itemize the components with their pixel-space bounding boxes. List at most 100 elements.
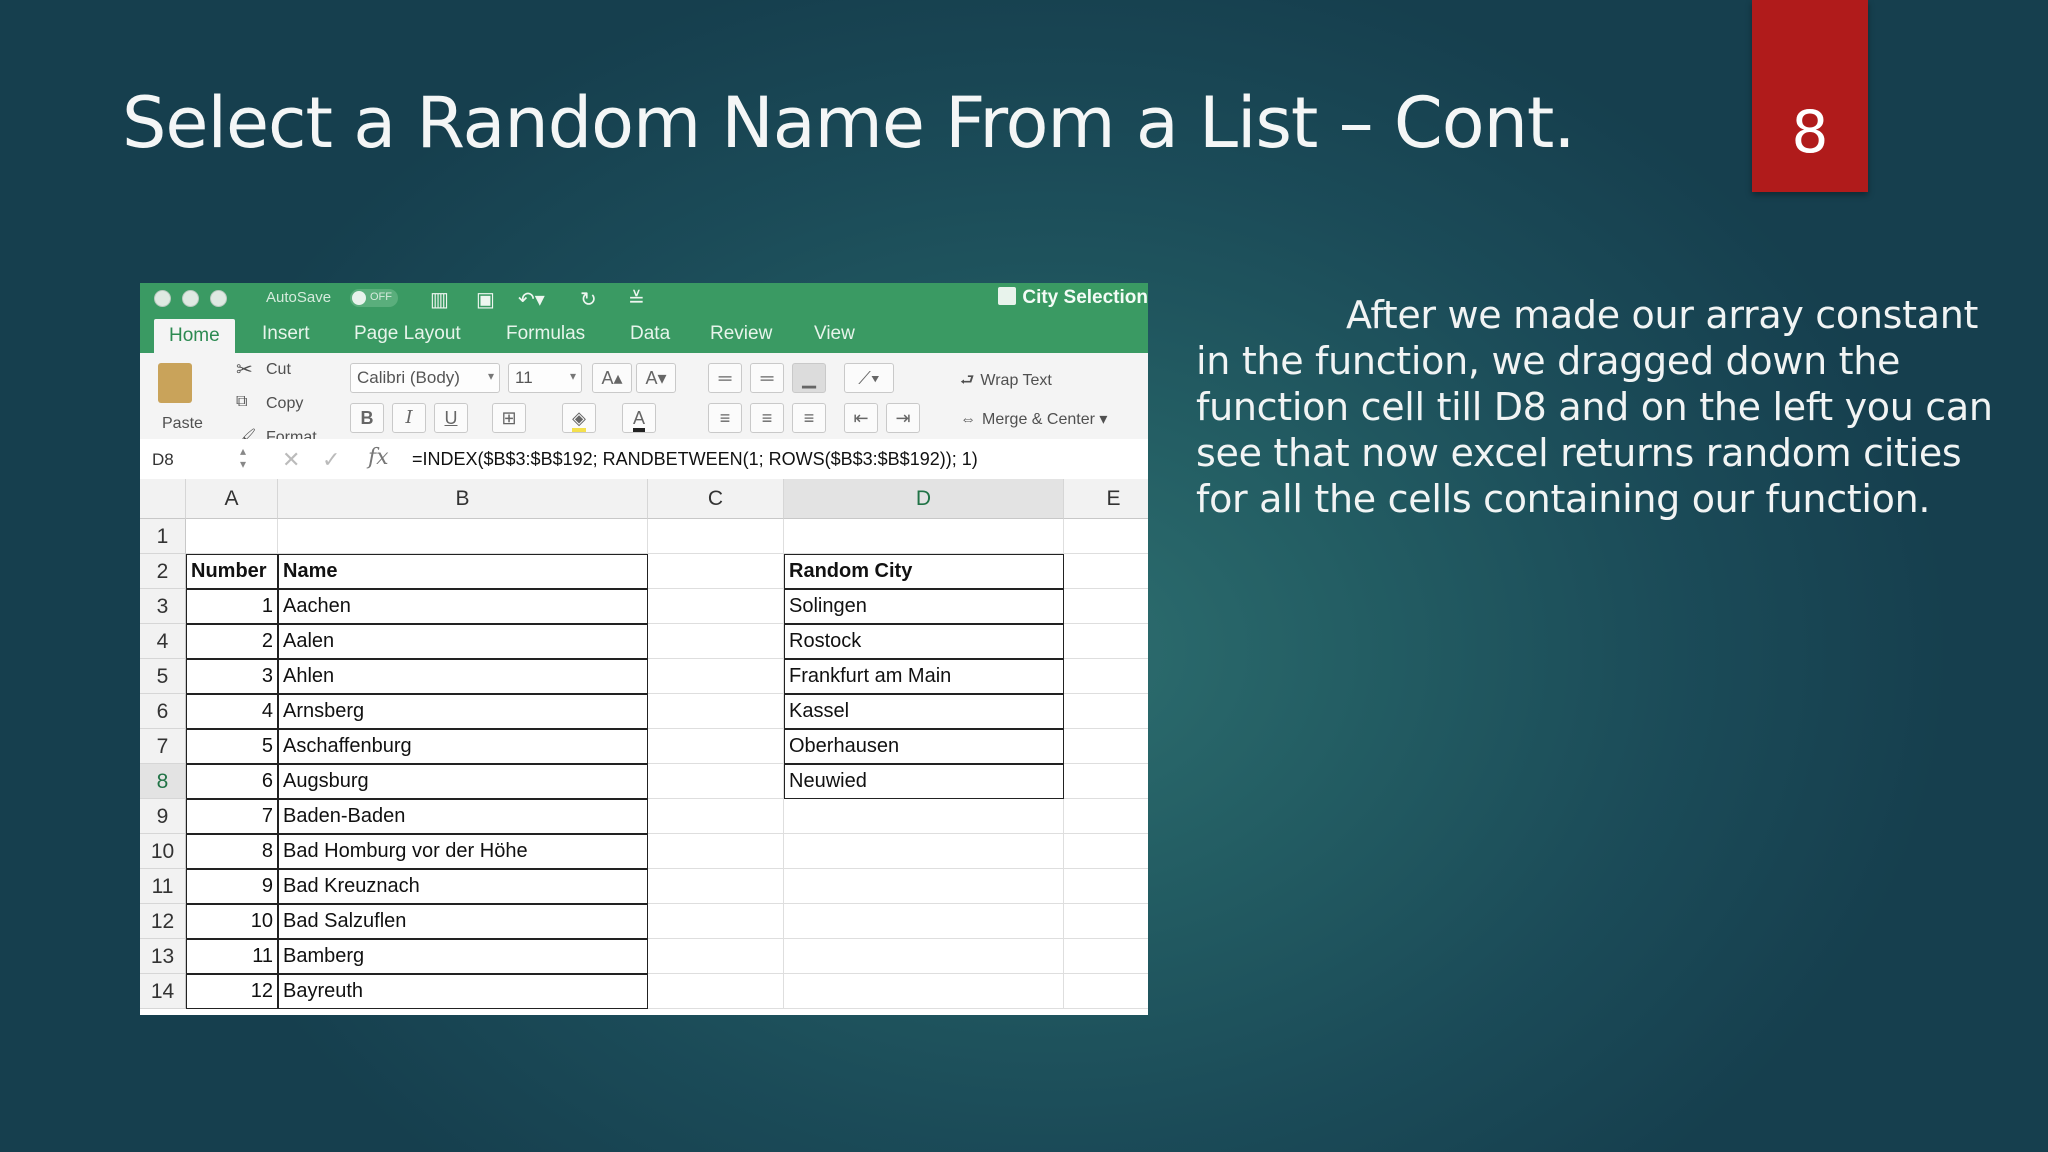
row-header-7[interactable]: 7	[140, 729, 186, 764]
bold-button[interactable]: B	[350, 403, 384, 433]
column-header-e[interactable]: E	[1064, 479, 1148, 519]
name-cell[interactable]: Augsburg	[278, 764, 648, 799]
number-cell[interactable]: 12	[186, 974, 278, 1009]
paste-button[interactable]: Paste	[162, 415, 203, 433]
align-right-button[interactable]: ≡	[792, 403, 826, 433]
row-header-8[interactable]: 8	[140, 764, 186, 799]
number-cell[interactable]: 7	[186, 799, 278, 834]
number-cell[interactable]: 3	[186, 659, 278, 694]
customize-toolbar-icon[interactable]: ≚	[628, 287, 645, 312]
increase-font-button[interactable]: A▴	[592, 363, 632, 393]
header-random-city-cell[interactable]: Random City	[784, 554, 1064, 589]
number-cell[interactable]: 1	[186, 589, 278, 624]
tab-page-layout[interactable]: Page Layout	[354, 323, 461, 345]
wrap-text-button[interactable]: ⮐ Wrap Text	[960, 369, 1052, 396]
font-color-button[interactable]: A	[622, 403, 656, 433]
name-cell[interactable]: Aschaffenburg	[278, 729, 648, 764]
tab-data[interactable]: Data	[630, 323, 670, 345]
align-left-button[interactable]: ≡	[708, 403, 742, 433]
row-header-6[interactable]: 6	[140, 694, 186, 729]
tab-formulas[interactable]: Formulas	[506, 323, 585, 345]
copy-button[interactable]: Copy	[266, 395, 303, 413]
row-header-13[interactable]: 13	[140, 939, 186, 974]
fill-color-button[interactable]: ◈	[562, 403, 596, 433]
decrease-font-button[interactable]: A▾	[636, 363, 676, 393]
name-cell[interactable]: Bad Homburg vor der Höhe	[278, 834, 648, 869]
row-header-12[interactable]: 12	[140, 904, 186, 939]
orientation-button[interactable]: ⟋▾	[844, 363, 894, 393]
save-icon[interactable]: ▣	[476, 287, 495, 312]
number-cell[interactable]: 5	[186, 729, 278, 764]
font-name-select[interactable]: Calibri (Body) ▾	[350, 363, 500, 393]
align-bottom-button[interactable]: ▁	[792, 363, 826, 393]
header-name-cell[interactable]: Name	[278, 554, 648, 589]
name-cell[interactable]: Aachen	[278, 589, 648, 624]
tab-view[interactable]: View	[814, 323, 855, 345]
name-cell[interactable]: Aalen	[278, 624, 648, 659]
row-header-5[interactable]: 5	[140, 659, 186, 694]
paste-icon[interactable]	[158, 363, 192, 403]
formula-input[interactable]: =INDEX($B$3:$B$192; RANDBETWEEN(1; ROWS(…	[412, 449, 978, 470]
autosave-toggle[interactable]: OFF	[350, 289, 398, 307]
name-cell[interactable]: Bamberg	[278, 939, 648, 974]
row-header-4[interactable]: 4	[140, 624, 186, 659]
tab-home[interactable]: Home	[154, 319, 235, 355]
number-cell[interactable]: 9	[186, 869, 278, 904]
number-cell[interactable]: 2	[186, 624, 278, 659]
number-cell[interactable]: 10	[186, 904, 278, 939]
header-number-cell[interactable]: Number	[186, 554, 278, 589]
decrease-indent-button[interactable]: ⇤	[844, 403, 878, 433]
row-header-11[interactable]: 11	[140, 869, 186, 904]
random-city-cell[interactable]: Solingen	[784, 589, 1064, 624]
italic-button[interactable]: I	[392, 403, 426, 433]
redo-icon[interactable]: ↻	[580, 287, 597, 312]
row-header-1[interactable]: 1	[140, 519, 186, 554]
name-box-stepper-icon[interactable]: ▴ ▾	[240, 445, 246, 471]
underline-button[interactable]: U	[434, 403, 468, 433]
column-header-d[interactable]: D	[784, 479, 1064, 519]
font-size-select[interactable]: 11 ▾	[508, 363, 582, 393]
align-center-button[interactable]: ≡	[750, 403, 784, 433]
number-cell[interactable]: 8	[186, 834, 278, 869]
sidebar-toggle-icon[interactable]: ▥	[430, 287, 449, 312]
minimize-window-button[interactable]	[182, 290, 199, 307]
close-window-button[interactable]	[154, 290, 171, 307]
merge-center-button[interactable]: ⇔ Merge & Center ▾	[960, 409, 1107, 429]
name-box[interactable]: D8	[152, 450, 174, 470]
row-header-2[interactable]: 2	[140, 554, 186, 589]
column-header-a[interactable]: A	[186, 479, 278, 519]
random-city-cell[interactable]: Neuwied	[784, 764, 1064, 799]
select-all-corner[interactable]	[140, 479, 186, 519]
name-cell[interactable]: Bayreuth	[278, 974, 648, 1009]
zoom-window-button[interactable]	[210, 290, 227, 307]
align-top-button[interactable]: ═	[708, 363, 742, 393]
undo-icon[interactable]: ↶▾	[518, 287, 545, 312]
formula-enter-icon[interactable]: ✓	[322, 447, 340, 473]
random-city-cell[interactable]: Oberhausen	[784, 729, 1064, 764]
name-cell[interactable]: Baden-Baden	[278, 799, 648, 834]
row-header-14[interactable]: 14	[140, 974, 186, 1009]
name-cell[interactable]: Bad Salzuflen	[278, 904, 648, 939]
increase-indent-button[interactable]: ⇥	[886, 403, 920, 433]
insert-function-button[interactable]: fx	[368, 445, 389, 470]
row-header-9[interactable]: 9	[140, 799, 186, 834]
random-city-cell[interactable]: Frankfurt am Main	[784, 659, 1064, 694]
tab-review[interactable]: Review	[710, 323, 772, 345]
random-city-cell[interactable]: Rostock	[784, 624, 1064, 659]
formula-cancel-icon[interactable]: ✕	[282, 447, 300, 473]
column-header-b[interactable]: B	[278, 479, 648, 519]
number-cell[interactable]: 6	[186, 764, 278, 799]
name-cell[interactable]: Ahlen	[278, 659, 648, 694]
number-cell[interactable]: 4	[186, 694, 278, 729]
name-cell[interactable]: Bad Kreuznach	[278, 869, 648, 904]
align-middle-button[interactable]: ═	[750, 363, 784, 393]
random-city-cell[interactable]: Kassel	[784, 694, 1064, 729]
row-header-3[interactable]: 3	[140, 589, 186, 624]
name-cell[interactable]: Arnsberg	[278, 694, 648, 729]
row-header-10[interactable]: 10	[140, 834, 186, 869]
number-cell[interactable]: 11	[186, 939, 278, 974]
borders-button[interactable]: ⊞	[492, 403, 526, 433]
cut-button[interactable]: Cut	[266, 361, 291, 379]
column-header-c[interactable]: C	[648, 479, 784, 519]
tab-insert[interactable]: Insert	[262, 323, 310, 345]
